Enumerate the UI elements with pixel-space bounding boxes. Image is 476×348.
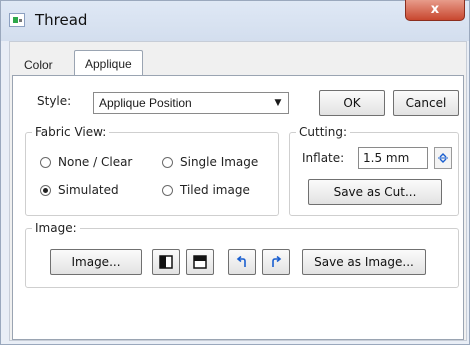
rotate-right-button[interactable] bbox=[262, 249, 290, 275]
split-horizontal-icon bbox=[193, 255, 207, 269]
radio-tiled-image-label: Tiled image bbox=[180, 183, 250, 197]
cancel-button[interactable]: Cancel bbox=[393, 90, 459, 116]
title-bar[interactable]: Thread x bbox=[1, 0, 469, 41]
dialog-client: Color Applique Style: Applique Position … bbox=[9, 41, 467, 341]
image-group: Image: Image... Save as Image... bbox=[25, 221, 459, 288]
app-icon bbox=[9, 13, 25, 27]
radio-none-clear[interactable] bbox=[40, 157, 51, 168]
fabric-view-group: Fabric View: None / Clear Single Image S… bbox=[25, 125, 279, 216]
tab-applique[interactable]: Applique bbox=[74, 50, 143, 76]
fabric-view-title: Fabric View: bbox=[32, 125, 110, 139]
window-title: Thread bbox=[35, 11, 88, 29]
rotate-left-icon bbox=[236, 255, 246, 267]
radio-single-image[interactable] bbox=[162, 157, 173, 168]
save-as-image-button[interactable]: Save as Image... bbox=[302, 249, 426, 275]
inflate-label: Inflate: bbox=[302, 151, 345, 165]
style-label: Style: bbox=[37, 94, 72, 108]
radio-simulated[interactable] bbox=[40, 185, 51, 196]
chevron-down-icon[interactable]: ▼ bbox=[271, 97, 285, 109]
rotate-left-button[interactable] bbox=[228, 249, 256, 275]
close-button[interactable]: x bbox=[405, 0, 465, 21]
split-vertical-button[interactable] bbox=[152, 249, 180, 275]
split-vertical-icon bbox=[159, 255, 173, 269]
style-select[interactable]: Applique Position ▼ bbox=[93, 92, 289, 114]
cutting-group: Cutting: Inflate: 1.5 mm Save as Cut... bbox=[289, 125, 459, 216]
save-as-cut-button[interactable]: Save as Cut... bbox=[308, 179, 442, 205]
radio-simulated-label: Simulated bbox=[58, 183, 119, 197]
radio-tiled-image[interactable] bbox=[162, 185, 173, 196]
image-button[interactable]: Image... bbox=[50, 249, 142, 275]
split-horizontal-button[interactable] bbox=[186, 249, 214, 275]
applique-panel: Style: Applique Position ▼ OK Cancel Fab… bbox=[12, 75, 464, 340]
radio-none-clear-label: None / Clear bbox=[58, 155, 133, 169]
style-select-value: Applique Position bbox=[99, 96, 192, 110]
cutting-title: Cutting: bbox=[296, 125, 350, 139]
tab-color[interactable]: Color bbox=[14, 54, 63, 76]
thread-dialog: Thread x Color Applique Style: Applique … bbox=[0, 0, 470, 345]
image-title: Image: bbox=[32, 221, 80, 235]
ok-button[interactable]: OK bbox=[319, 90, 385, 116]
radio-single-image-label: Single Image bbox=[180, 155, 259, 169]
spin-arrows-icon bbox=[438, 153, 448, 163]
spinner-icon[interactable] bbox=[434, 147, 452, 169]
inflate-input[interactable]: 1.5 mm bbox=[358, 147, 428, 169]
rotate-right-icon bbox=[272, 255, 282, 267]
